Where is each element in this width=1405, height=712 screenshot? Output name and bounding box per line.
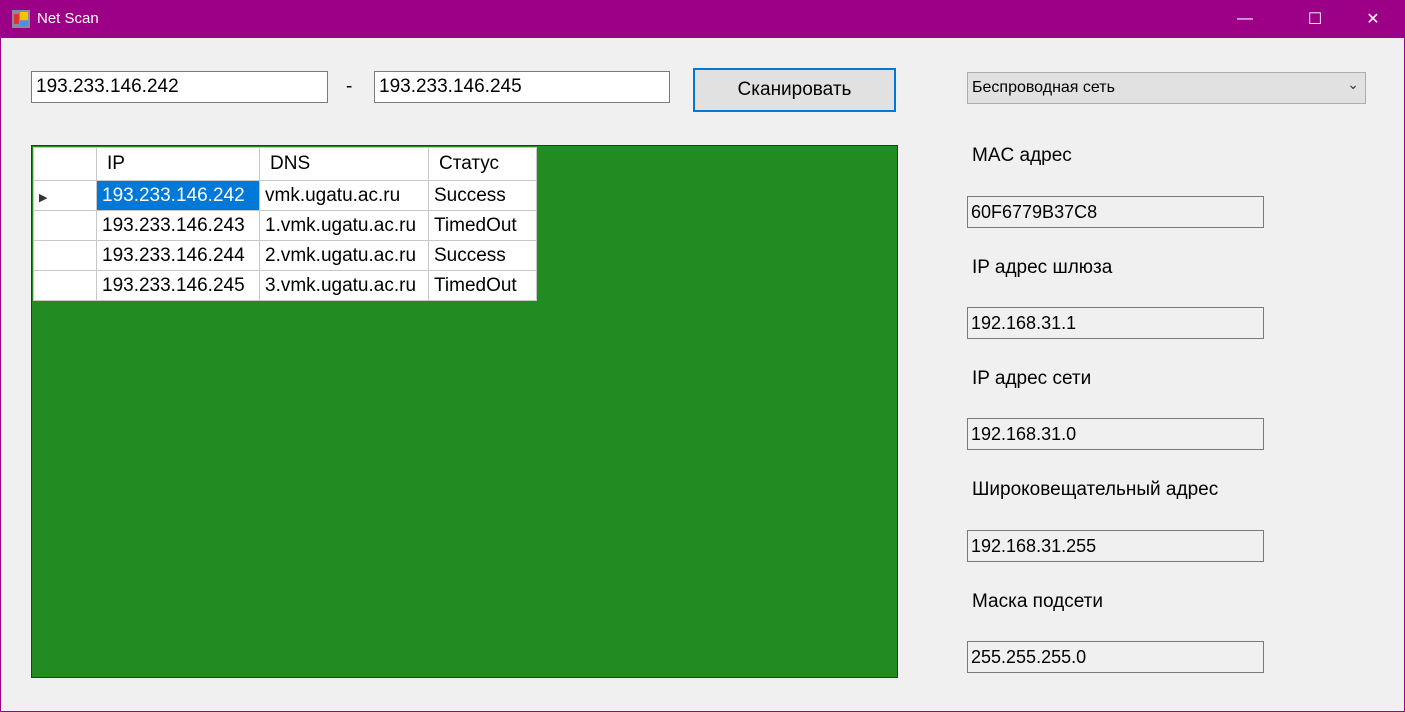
gateway-label: IP адрес шлюза xyxy=(972,257,1113,278)
mac-field[interactable]: 60F6779B37C8 xyxy=(967,196,1264,228)
window-title: Net Scan xyxy=(37,10,99,27)
close-button[interactable]: ✕ xyxy=(1350,0,1396,38)
adapter-select[interactable]: Беспроводная сеть ⌄ xyxy=(967,72,1366,104)
cell-status[interactable]: TimedOut xyxy=(428,270,537,301)
broadcast-label: Широковещательный адрес xyxy=(972,479,1219,500)
cell-ip[interactable]: 193.233.146.245 xyxy=(96,270,260,301)
scan-button[interactable]: Сканировать xyxy=(693,68,896,112)
cell-status[interactable]: TimedOut xyxy=(428,210,537,241)
subnet-mask-label: Маска подсети xyxy=(972,591,1103,612)
network-field[interactable]: 192.168.31.0 xyxy=(967,418,1264,450)
column-header-dns[interactable]: DNS xyxy=(259,147,429,181)
cell-ip[interactable]: 193.233.146.242 xyxy=(96,180,260,211)
mac-label: MAC адрес xyxy=(972,145,1072,166)
cell-dns[interactable]: 3.vmk.ugatu.ac.ru xyxy=(259,270,429,301)
cell-dns[interactable]: vmk.ugatu.ac.ru xyxy=(259,180,429,211)
cell-ip[interactable]: 193.233.146.243 xyxy=(96,210,260,241)
network-label: IP адрес сети xyxy=(972,368,1092,389)
corner-header xyxy=(33,147,97,181)
row-header[interactable]: ▶ xyxy=(33,180,97,211)
results-table: IP DNS Статус ▶ 193.233.146.242 vmk.ugat… xyxy=(33,147,537,301)
cell-status[interactable]: Success xyxy=(428,240,537,271)
row-header[interactable] xyxy=(33,270,97,301)
table-row[interactable]: 193.233.146.244 2.vmk.ugatu.ac.ru Succes… xyxy=(33,240,537,271)
ip-from-input[interactable]: 193.233.146.242 xyxy=(31,71,328,103)
title-bar: Net Scan — ☐ ✕ xyxy=(0,0,1405,38)
row-header[interactable] xyxy=(33,210,97,241)
results-grid[interactable]: IP DNS Статус ▶ 193.233.146.242 vmk.ugat… xyxy=(31,145,898,678)
table-row[interactable]: 193.233.146.245 3.vmk.ugatu.ac.ru TimedO… xyxy=(33,270,537,301)
current-row-arrow-icon: ▶ xyxy=(39,191,48,204)
maximize-button[interactable]: ☐ xyxy=(1292,0,1338,38)
app-icon xyxy=(12,10,30,28)
minimize-button[interactable]: — xyxy=(1222,0,1268,38)
ip-to-input[interactable]: 193.233.146.245 xyxy=(374,71,670,103)
main-form: 193.233.146.242 - 193.233.146.245 Сканир… xyxy=(1,38,1404,711)
column-header-status[interactable]: Статус xyxy=(428,147,537,181)
row-header[interactable] xyxy=(33,240,97,271)
cell-dns[interactable]: 1.vmk.ugatu.ac.ru xyxy=(259,210,429,241)
table-row[interactable]: 193.233.146.243 1.vmk.ugatu.ac.ru TimedO… xyxy=(33,210,537,241)
gateway-field[interactable]: 192.168.31.1 xyxy=(967,307,1264,339)
cell-ip[interactable]: 193.233.146.244 xyxy=(96,240,260,271)
range-separator: - xyxy=(346,76,353,97)
header-row: IP DNS Статус xyxy=(33,147,537,181)
adapter-selected: Беспроводная сеть xyxy=(972,79,1115,96)
column-header-ip[interactable]: IP xyxy=(96,147,260,181)
chevron-down-icon: ⌄ xyxy=(1347,76,1359,92)
cell-status[interactable]: Success xyxy=(428,180,537,211)
cell-dns[interactable]: 2.vmk.ugatu.ac.ru xyxy=(259,240,429,271)
table-row[interactable]: ▶ 193.233.146.242 vmk.ugatu.ac.ru Succes… xyxy=(33,180,537,211)
subnet-mask-field[interactable]: 255.255.255.0 xyxy=(967,641,1264,673)
broadcast-field[interactable]: 192.168.31.255 xyxy=(967,530,1264,562)
